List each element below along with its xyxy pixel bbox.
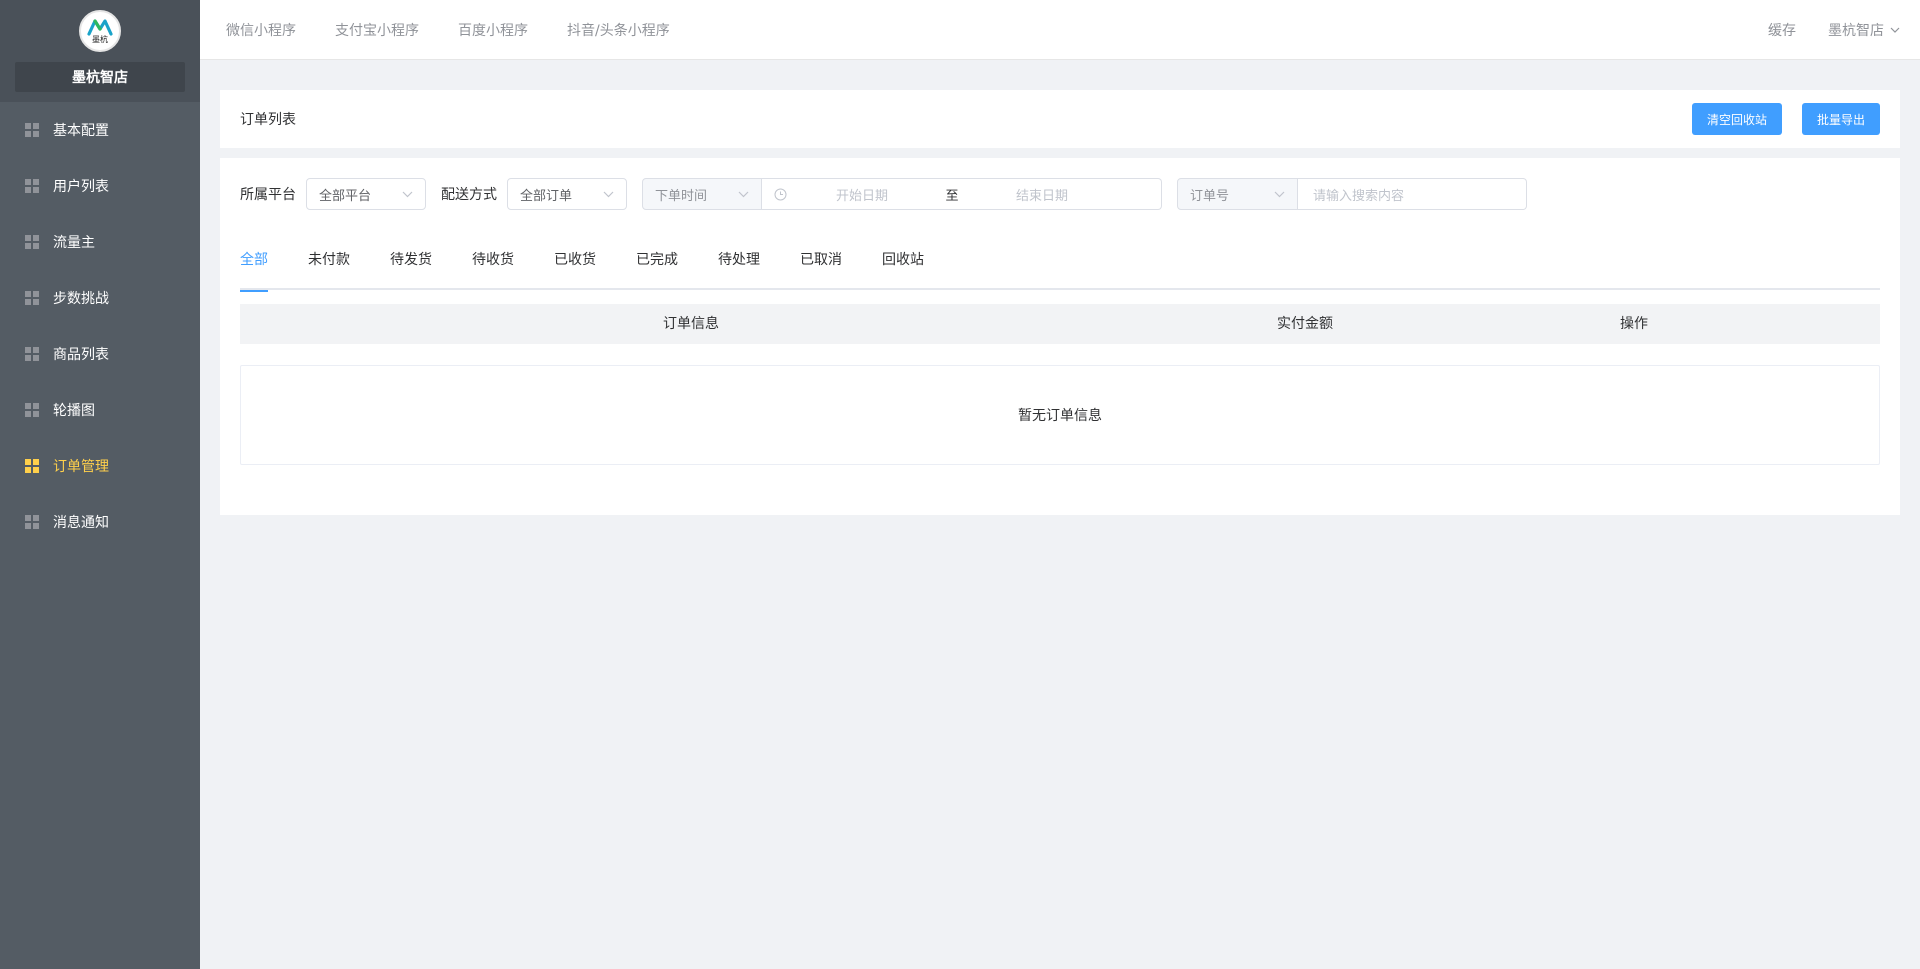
nav-wechat-miniprogram[interactable]: 微信小程序 <box>226 20 296 40</box>
empty-message: 暂无订单信息 <box>1018 408 1102 424</box>
sidebar-item-basic-config[interactable]: 基本配置 <box>0 102 200 158</box>
tab-recycle-bin[interactable]: 回收站 <box>882 250 924 290</box>
order-list-body: 所属平台 全部平台 配送方式 全部订单 下单时间 开始日期 至 结束日期 订单号… <box>220 158 1900 515</box>
nav-douyin-miniprogram[interactable]: 抖音/头条小程序 <box>567 20 670 40</box>
delivery-label: 配送方式 <box>441 187 497 203</box>
chevron-down-icon <box>603 191 614 197</box>
search-input[interactable]: 请输入搜索内容 <box>1298 178 1527 210</box>
store-logo: 墨杭 <box>79 10 121 52</box>
sidebar-item-label: 流量主 <box>53 235 95 251</box>
start-date-input[interactable]: 开始日期 <box>787 185 937 204</box>
platform-select-value: 全部平台 <box>319 188 372 204</box>
tab-cancelled[interactable]: 已取消 <box>800 250 842 290</box>
empty-state: 暂无订单信息 <box>240 365 1880 465</box>
column-paid-amount: 实付金额 <box>1277 316 1333 332</box>
sidebar-item-label: 订单管理 <box>53 459 109 475</box>
time-type-value: 下单时间 <box>655 188 708 204</box>
sidebar: 墨杭 墨杭智店 基本配置 用户列表 流量主 步数挑战 商品列表 轮播图 订单管理… <box>0 0 200 969</box>
platform-select[interactable]: 全部平台 <box>306 178 426 210</box>
sidebar-item-label: 步数挑战 <box>53 291 109 307</box>
sidebar-item-product-list[interactable]: 商品列表 <box>0 326 200 382</box>
top-right: 缓存 墨杭智店 <box>1768 0 1900 60</box>
sidebar-item-traffic-master[interactable]: 流量主 <box>0 214 200 270</box>
platform-label: 所属平台 <box>240 187 296 203</box>
sidebar-item-label: 用户列表 <box>53 179 109 195</box>
grid-icon <box>25 235 39 249</box>
tab-pending[interactable]: 待处理 <box>718 250 760 290</box>
nav-baidu-miniprogram[interactable]: 百度小程序 <box>458 20 528 40</box>
clock-icon <box>774 188 787 200</box>
search-group: 订单号 请输入搜索内容 <box>1177 178 1527 210</box>
nav-alipay-miniprogram[interactable]: 支付宝小程序 <box>335 20 419 40</box>
date-range-picker[interactable]: 开始日期 至 结束日期 <box>762 178 1162 210</box>
brand: 墨杭 墨杭智店 <box>0 0 200 102</box>
user-dropdown[interactable]: 墨杭智店 <box>1828 20 1900 40</box>
delivery-select-value: 全部订单 <box>520 188 573 204</box>
grid-icon <box>25 179 39 193</box>
column-actions: 操作 <box>1620 316 1648 332</box>
chevron-down-icon <box>1274 191 1285 197</box>
filter-bar: 所属平台 全部平台 配送方式 全部订单 下单时间 开始日期 至 结束日期 订单号… <box>240 178 1880 210</box>
top-nav: 微信小程序 支付宝小程序 百度小程序 抖音/头条小程序 <box>226 0 709 60</box>
tab-completed[interactable]: 已完成 <box>636 250 678 290</box>
time-type-select[interactable]: 下单时间 <box>642 178 762 210</box>
logo-m-icon <box>87 19 113 36</box>
tab-to-ship[interactable]: 待发货 <box>390 250 432 290</box>
range-separator: 至 <box>945 188 959 204</box>
order-status-tabs: 全部 未付款 待发货 待收货 已收货 已完成 待处理 已取消 回收站 <box>240 250 1880 292</box>
cache-link[interactable]: 缓存 <box>1768 20 1796 40</box>
grid-icon <box>25 515 39 529</box>
sidebar-item-user-list[interactable]: 用户列表 <box>0 158 200 214</box>
delivery-select[interactable]: 全部订单 <box>507 178 627 210</box>
tab-all[interactable]: 全部 <box>240 250 268 292</box>
sidebar-item-carousel[interactable]: 轮播图 <box>0 382 200 438</box>
logo-text: 墨杭 <box>92 35 108 44</box>
sidebar-item-label: 基本配置 <box>53 123 109 139</box>
end-date-input[interactable]: 结束日期 <box>967 185 1117 204</box>
tab-to-receive[interactable]: 待收货 <box>472 250 514 290</box>
chevron-down-icon <box>1890 27 1900 33</box>
chevron-down-icon <box>402 191 413 197</box>
sidebar-item-label: 商品列表 <box>53 347 109 363</box>
order-list-header: 订单列表 清空回收站 批量导出 <box>220 90 1900 148</box>
user-name: 墨杭智店 <box>1828 23 1884 39</box>
tab-unpaid[interactable]: 未付款 <box>308 250 350 290</box>
batch-export-button[interactable]: 批量导出 <box>1801 103 1880 135</box>
grid-icon <box>25 123 39 137</box>
search-field-select[interactable]: 订单号 <box>1177 178 1298 210</box>
search-field-value: 订单号 <box>1190 188 1230 204</box>
tab-received[interactable]: 已收货 <box>554 250 596 290</box>
sidebar-item-step-challenge[interactable]: 步数挑战 <box>0 270 200 326</box>
store-name: 墨杭智店 <box>15 62 185 92</box>
sidebar-menu: 基本配置 用户列表 流量主 步数挑战 商品列表 轮播图 订单管理 消息通知 <box>0 102 200 550</box>
grid-icon <box>25 291 39 305</box>
order-table-header: 订单信息 实付金额 操作 <box>240 304 1880 344</box>
column-order-info: 订单信息 <box>663 316 719 332</box>
chevron-down-icon <box>738 191 749 197</box>
clear-recycle-bin-button[interactable]: 清空回收站 <box>1691 103 1782 135</box>
sidebar-item-label: 轮播图 <box>53 403 95 419</box>
sidebar-item-order-management[interactable]: 订单管理 <box>0 438 200 494</box>
page-title: 订单列表 <box>240 112 296 128</box>
top-header: 微信小程序 支付宝小程序 百度小程序 抖音/头条小程序 缓存 墨杭智店 <box>200 0 1920 60</box>
grid-icon <box>25 403 39 417</box>
grid-icon <box>25 347 39 361</box>
grid-icon <box>25 459 39 473</box>
sidebar-item-label: 消息通知 <box>53 515 109 531</box>
sidebar-item-message-notification[interactable]: 消息通知 <box>0 494 200 550</box>
